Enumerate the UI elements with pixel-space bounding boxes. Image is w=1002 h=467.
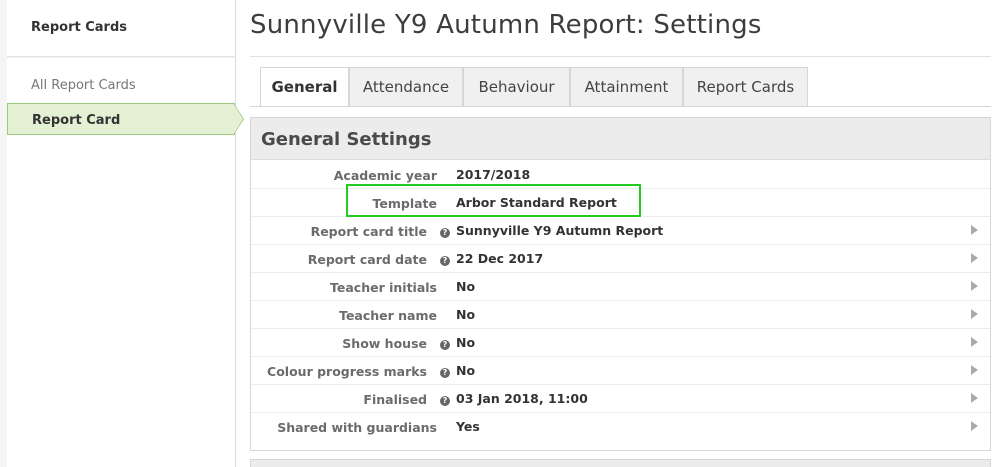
- sidebar-header-title: Report Cards: [31, 20, 127, 35]
- setting-row-teacher-initials[interactable]: Teacher initials No: [251, 273, 990, 301]
- chevron-right-icon: [971, 337, 978, 347]
- sidebar-item-all-report-cards[interactable]: All Report Cards: [7, 69, 235, 101]
- setting-label: Report card date: [307, 252, 427, 267]
- tab-attainment[interactable]: Attainment: [570, 67, 683, 107]
- setting-value: 22 Dec 2017: [456, 251, 544, 266]
- general-settings-panel: General Settings Academic year 2017/2018…: [250, 117, 991, 451]
- panel-title: General Settings: [261, 129, 432, 150]
- sidebar: Report Cards All Report Cards Report Car…: [0, 0, 236, 467]
- sidebar-item-label: All Report Cards: [31, 78, 136, 93]
- tabs-divider: [250, 106, 991, 107]
- setting-value: No: [456, 307, 476, 322]
- tab-behaviour[interactable]: Behaviour: [463, 67, 570, 107]
- chevron-right-icon: [971, 309, 978, 319]
- chevron-right-icon: [971, 393, 978, 403]
- sidebar-header: Report Cards: [7, 0, 235, 57]
- tab-report-cards[interactable]: Report Cards: [683, 67, 808, 107]
- setting-value: 03 Jan 2018, 11:00: [456, 391, 588, 406]
- setting-value: No: [456, 335, 476, 350]
- help-icon[interactable]: ?: [440, 228, 450, 238]
- help-icon[interactable]: ?: [440, 368, 450, 378]
- title-divider: [250, 56, 991, 57]
- setting-label: Show house: [342, 336, 427, 351]
- chevron-right-icon: [971, 225, 978, 235]
- setting-value: Sunnyville Y9 Autumn Report: [456, 223, 664, 238]
- setting-row-show-house[interactable]: Show house ? No: [251, 329, 990, 357]
- setting-value: No: [456, 279, 476, 294]
- setting-row-report-card-date[interactable]: Report card date ? 22 Dec 2017: [251, 245, 990, 273]
- setting-value: No: [456, 363, 476, 378]
- panel-header: General Settings: [251, 118, 990, 160]
- setting-row-teacher-name[interactable]: Teacher name No: [251, 301, 990, 329]
- sidebar-item-label: Report Card: [32, 113, 121, 128]
- help-icon[interactable]: ?: [440, 340, 450, 350]
- setting-label: Finalised: [363, 392, 427, 407]
- page-title: Sunnyville Y9 Autumn Report: Settings: [250, 10, 762, 40]
- active-item-arrow-fill: [233, 103, 243, 135]
- setting-row-report-card-title[interactable]: Report card title ? Sunnyville Y9 Autumn…: [251, 217, 990, 245]
- setting-label: Report card title: [310, 224, 427, 239]
- help-icon[interactable]: ?: [440, 396, 450, 406]
- chevron-right-icon: [971, 253, 978, 263]
- setting-label: Teacher name: [339, 308, 437, 323]
- setting-value: Yes: [456, 419, 480, 434]
- tab-attendance[interactable]: Attendance: [349, 67, 463, 107]
- sidebar-list: All Report Cards Report Card: [7, 58, 235, 467]
- setting-value: 2017/2018: [456, 167, 531, 182]
- tab-general[interactable]: General: [260, 67, 349, 107]
- chevron-right-icon: [971, 281, 978, 291]
- setting-label: Academic year: [333, 168, 437, 183]
- setting-row-shared-with-guardians[interactable]: Shared with guardians Yes: [251, 413, 990, 441]
- chevron-right-icon: [971, 365, 978, 375]
- setting-label: Shared with guardians: [277, 420, 437, 435]
- template-highlight-box: [346, 184, 641, 217]
- setting-row-colour-progress-marks[interactable]: Colour progress marks ? No: [251, 357, 990, 385]
- chevron-right-icon: [971, 421, 978, 431]
- sidebar-item-report-card[interactable]: Report Card: [7, 103, 235, 135]
- setting-label: Teacher initials: [330, 280, 437, 295]
- setting-label: Colour progress marks: [267, 364, 427, 379]
- next-panel-header: [250, 459, 991, 467]
- help-icon[interactable]: ?: [440, 256, 450, 266]
- setting-row-finalised[interactable]: Finalised ? 03 Jan 2018, 11:00: [251, 385, 990, 413]
